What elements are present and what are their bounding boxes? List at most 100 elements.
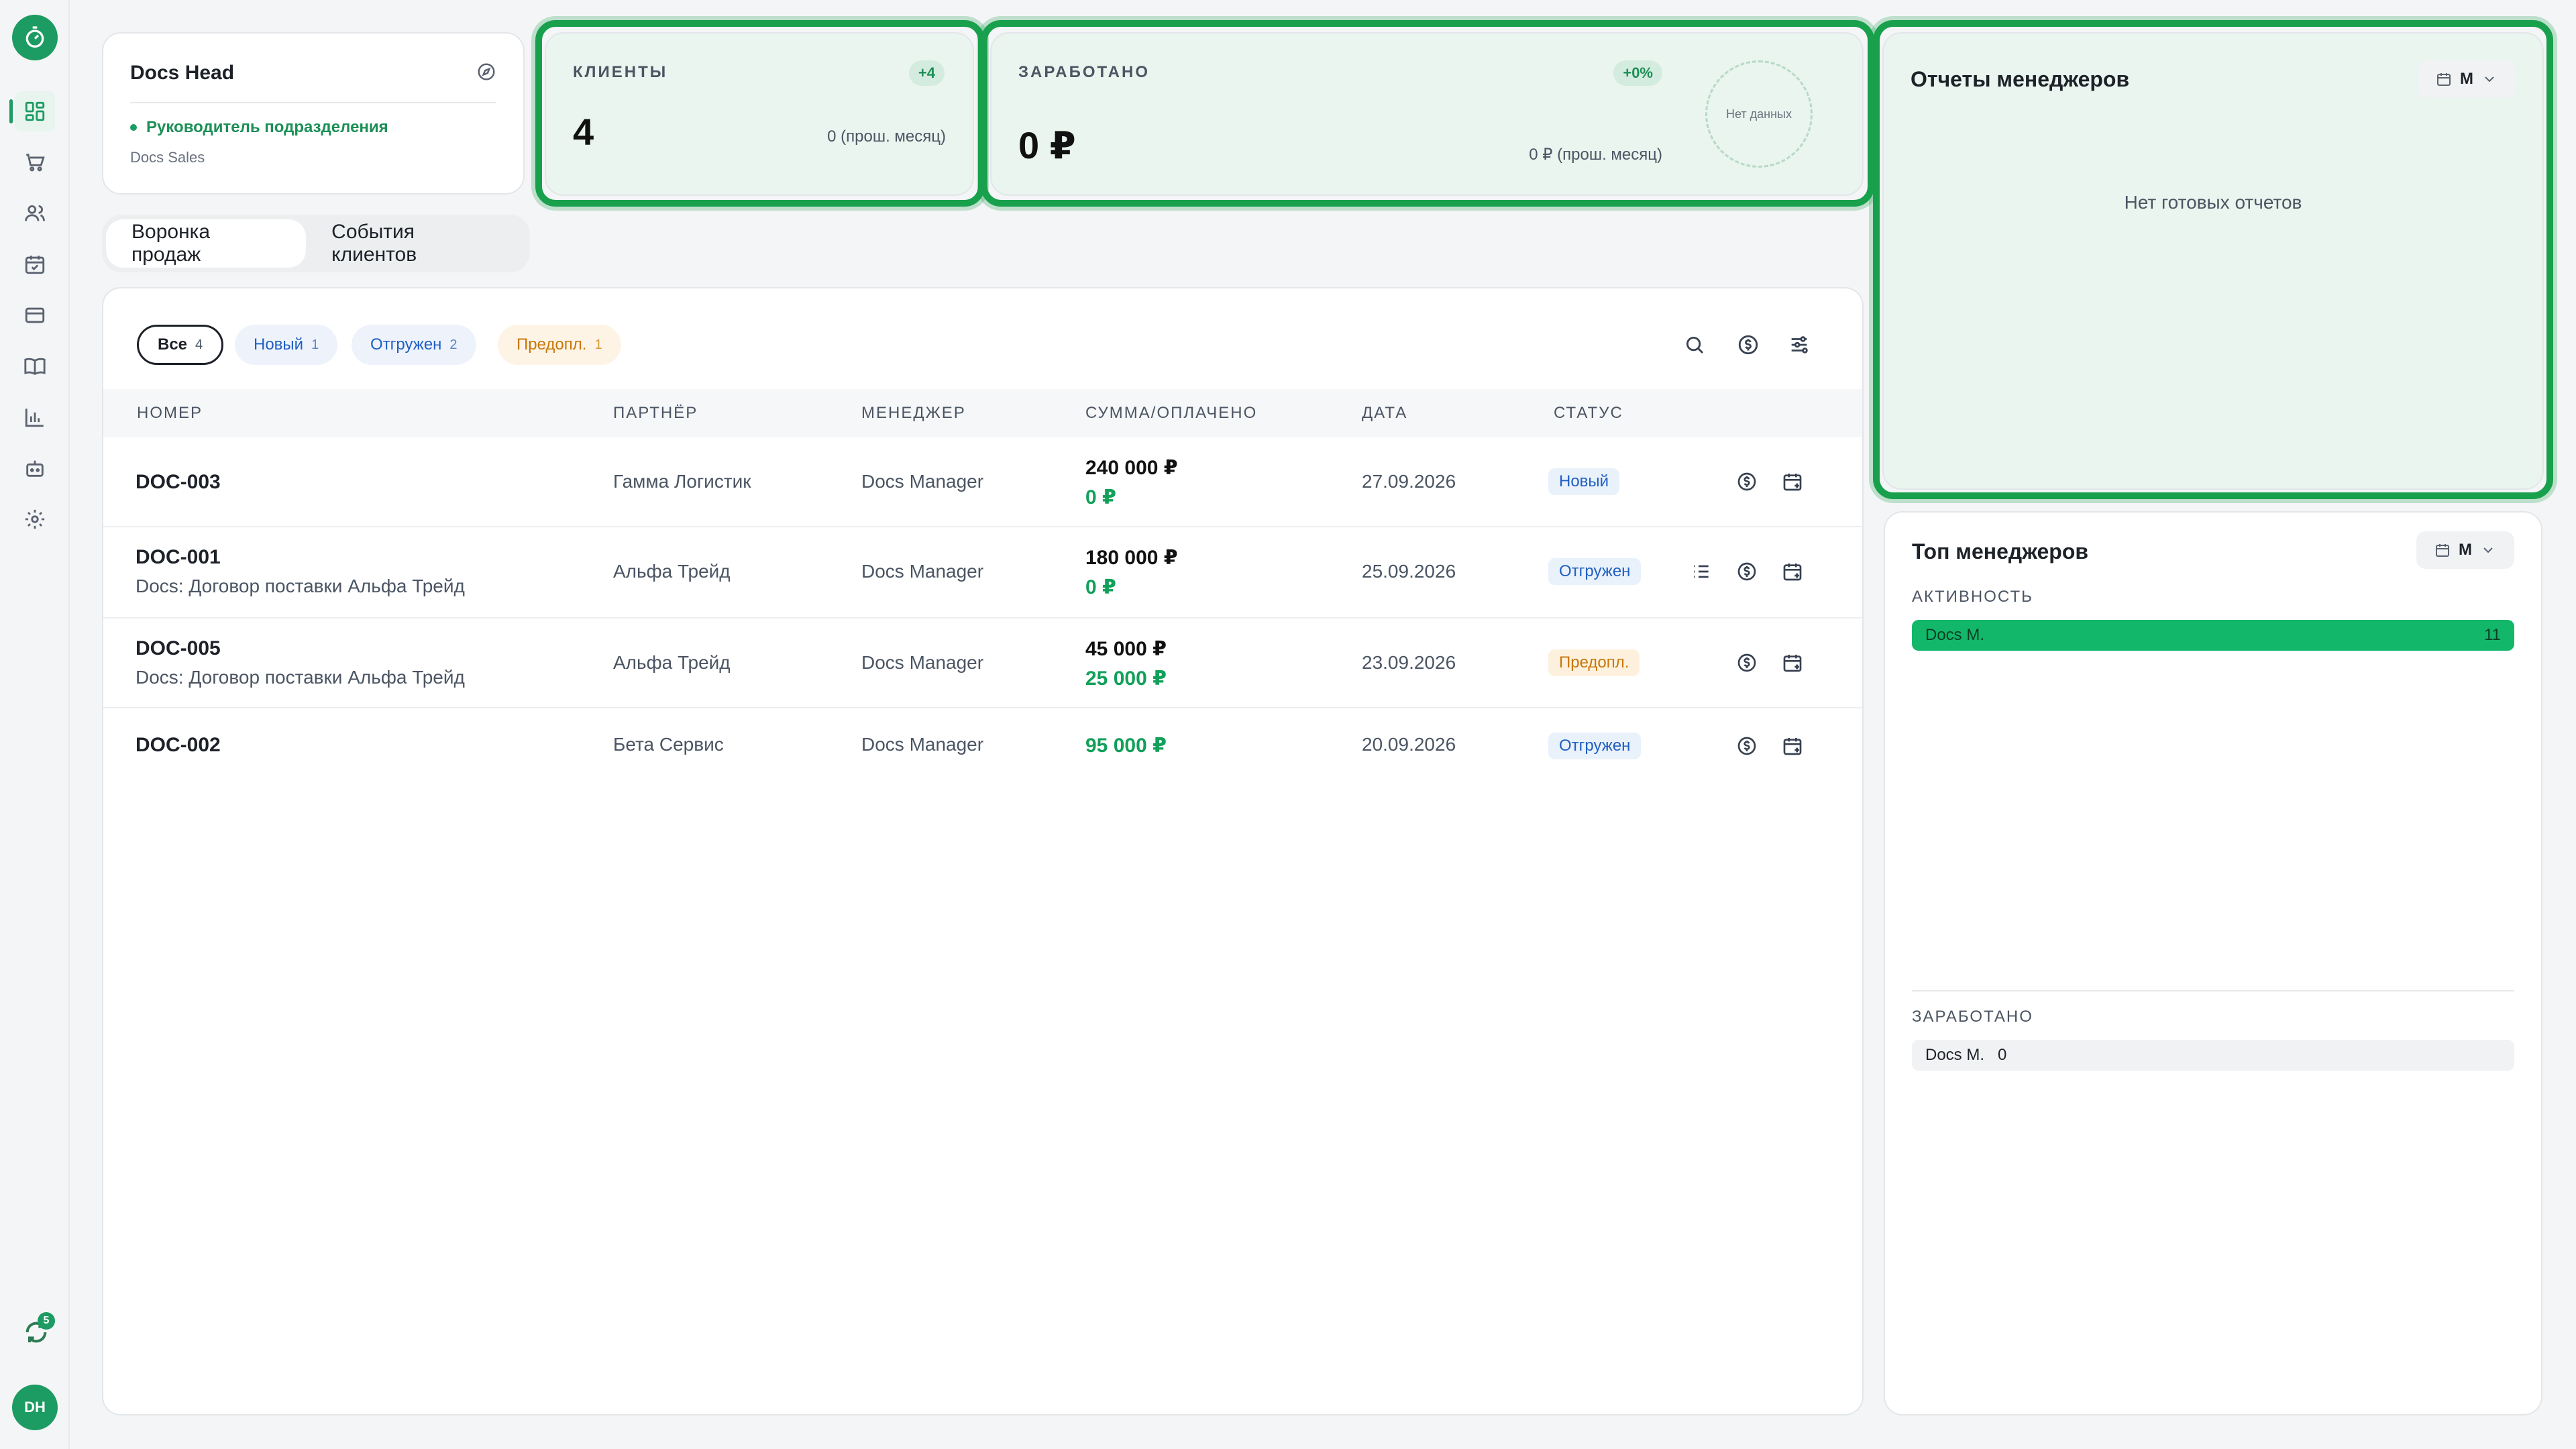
reports-title: Отчеты менеджеров [1911,67,2130,91]
manager-name: Docs Manager [861,734,984,755]
earned-value: 0 ₽ [1018,124,1076,166]
manager-name: Docs Manager [861,471,984,492]
order-date: 25.09.2026 [1362,561,1456,582]
bot-icon[interactable] [15,448,55,488]
partner-name: Альфа Трейд [613,561,731,582]
divider [130,102,496,103]
department-label: Docs Sales [130,149,205,166]
order-paid: 0 ₽ [1085,486,1116,508]
filter-settings-icon[interactable] [1784,330,1814,360]
user-avatar[interactable]: DH [12,1385,58,1430]
filter-prepaid-label: Предопл. [517,335,587,354]
table-row[interactable]: DOC-003 Гамма Логистик Docs Manager 240 … [103,437,1862,527]
top-managers-title: Топ менеджеров [1912,539,2089,564]
status-badge: Новый [1548,468,1620,495]
payment-icon[interactable] [1733,558,1760,585]
filter-prepaid[interactable]: Предопл. 1 [498,325,621,365]
calendar-add-icon[interactable] [1779,558,1806,585]
role-label: Руководитель подразделения [130,118,388,137]
order-amount: 180 000 ₽ [1085,547,1178,569]
settings-icon[interactable] [15,499,55,539]
col-partner[interactable]: ПАРТНЁР [613,404,698,423]
clients-prev: 0 (прош. месяц) [827,127,946,146]
col-status[interactable]: СТАТУС [1554,404,1623,423]
status-dot [130,124,137,131]
col-manager[interactable]: МЕНЕДЖЕР [861,404,966,423]
top-managers-period-select[interactable]: М [2416,531,2514,569]
tab-client-events[interactable]: События клиентов [306,219,526,268]
status-badge: Отгружен [1548,558,1642,585]
role-text: Руководитель подразделения [146,118,388,136]
activity-label: АКТИВНОСТЬ [1912,588,2033,606]
col-date[interactable]: ДАТА [1362,404,1407,423]
chart-icon[interactable] [15,397,55,437]
earned-delta-badge: +0% [1613,60,1662,86]
dashboard-icon[interactable] [9,91,55,131]
earned-bar: Docs M. 0 [1912,1040,2514,1071]
sidebar: 5 DH [0,0,70,1449]
payment-icon[interactable] [1733,468,1760,495]
earned-manager: Docs M. [1925,1046,1985,1064]
compass-icon[interactable] [476,62,496,82]
filter-shipped[interactable]: Отгружен 2 [352,325,476,365]
filter-new-count: 1 [311,337,319,352]
status-badge: Отгружен [1548,733,1642,759]
list-icon[interactable] [1688,558,1715,585]
order-number: DOC-005 [136,637,221,659]
table-row[interactable]: DOC-002 Бета Сервис Docs Manager 95 000 … [103,708,1862,784]
tab-sales-funnel[interactable]: Воронка продаж [106,219,307,268]
sync-count-badge: 5 [38,1312,55,1330]
calendar-add-icon[interactable] [1779,649,1806,676]
top-managers-period-value: М [2459,541,2472,559]
payment-icon[interactable] [1733,733,1760,759]
filter-new[interactable]: Новый 1 [235,325,338,365]
clients-card[interactable]: КЛИЕНТЫ +4 4 0 (прош. месяц) [545,32,974,196]
filter-shipped-label: Отгружен [370,335,442,354]
col-amount[interactable]: СУММА/ОПЛАЧЕНО [1085,404,1257,423]
card-icon[interactable] [15,295,55,335]
order-description: Docs: Договор поставки Альфа Трейд [136,576,465,596]
search-icon[interactable] [1680,330,1709,360]
calendar-check-icon[interactable] [15,244,55,284]
earned-no-data: Нет данных [1705,60,1813,168]
view-tabs: Воронка продаж События клиентов [102,215,530,272]
filter-all[interactable]: Все 4 [137,325,224,365]
order-date: 27.09.2026 [1362,471,1456,492]
order-number: DOC-003 [136,471,221,493]
order-paid: 25 000 ₽ [1085,667,1167,690]
earned-card[interactable]: ЗАРАБОТАНО +0% 0 ₽ 0 ₽ (прош. месяц) Нет… [990,32,1864,196]
clients-label: КЛИЕНТЫ [573,63,668,81]
col-number[interactable]: НОМЕР [137,404,203,423]
payment-icon[interactable] [1733,649,1760,676]
calendar-icon [2436,544,2449,557]
book-icon[interactable] [15,346,55,386]
reports-period-value: М [2460,70,2473,88]
chevron-down-icon [2483,547,2493,553]
filter-all-count: 4 [195,337,203,352]
clients-delta-badge: +4 [908,60,945,86]
filter-shipped-count: 2 [449,337,458,352]
cart-icon[interactable] [15,142,55,182]
order-date: 20.09.2026 [1362,734,1456,755]
filter-all-label: Все [158,335,188,354]
earned-manager-value: 0 [1998,1046,2007,1064]
order-number: DOC-001 [136,546,221,568]
reports-period-select[interactable]: М [2418,60,2516,98]
order-description: Docs: Договор поставки Альфа Трейд [136,667,465,688]
partner-name: Бета Сервис [613,734,724,755]
sync-icon[interactable]: 5 [19,1312,55,1350]
profile-card: Docs Head Руководитель подразделения Doc… [102,32,525,195]
manager-name: Docs Manager [861,561,984,582]
partner-name: Гамма Логистик [613,471,751,492]
users-icon[interactable] [15,193,55,233]
table-row[interactable]: DOC-005 Docs: Договор поставки Альфа Тре… [103,619,1862,708]
profile-name: Docs Head [130,62,235,84]
calendar-add-icon[interactable] [1779,468,1806,495]
reports-panel: Отчеты менеджеров М Нет готовых отчетов [1882,32,2544,490]
calendar-add-icon[interactable] [1779,733,1806,759]
currency-icon[interactable] [1733,330,1763,360]
app-logo-icon[interactable] [12,15,58,60]
table-row[interactable]: DOC-001 Docs: Договор поставки Альфа Тре… [103,527,1862,619]
order-amount: 45 000 ₽ [1085,638,1167,660]
reports-empty: Нет готовых отчетов [2124,192,2302,213]
